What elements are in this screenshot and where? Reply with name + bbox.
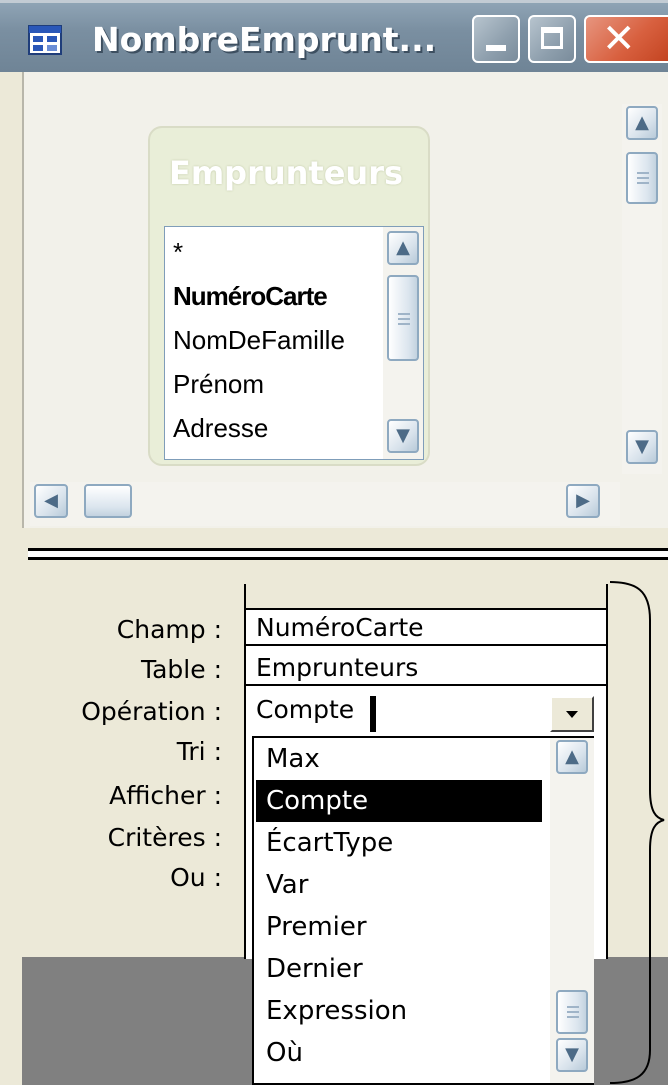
- upper-pane-vscrollbar[interactable]: ▲ ▼: [622, 104, 662, 474]
- row-label-champ: Champ :: [116, 615, 222, 644]
- dropdown-option-ou[interactable]: Où: [256, 1032, 542, 1074]
- row-label-criteres: Critères :: [107, 823, 222, 852]
- scroll-down-button[interactable]: ▼: [556, 1038, 588, 1072]
- query-design-window: NombreEmprunt... ✕ Emprunteurs * NuméroC…: [0, 0, 668, 1085]
- scroll-thumb[interactable]: [556, 990, 588, 1034]
- row-label-operation: Opération :: [81, 697, 222, 726]
- chevron-down-icon: ▼: [635, 436, 649, 457]
- maximize-button[interactable]: [528, 15, 576, 63]
- scroll-up-button[interactable]: ▲: [387, 231, 419, 265]
- minimize-button[interactable]: [472, 15, 520, 63]
- chevron-right-icon: ▶: [576, 490, 590, 511]
- minimize-icon: [486, 45, 506, 51]
- dropdown-option-max[interactable]: Max: [256, 738, 542, 780]
- row-label-afficher: Afficher :: [109, 781, 222, 810]
- table-title: Emprunteurs: [168, 154, 404, 192]
- dropdown-option-expression[interactable]: Expression: [256, 990, 542, 1032]
- chevron-down-icon: ▼: [396, 425, 410, 446]
- close-button[interactable]: ✕: [584, 15, 668, 63]
- chevron-down-icon: ▼: [565, 1044, 579, 1065]
- scroll-thumb[interactable]: [387, 275, 419, 361]
- dropdown-option-var[interactable]: Var: [256, 864, 542, 906]
- close-icon: ✕: [602, 16, 636, 62]
- chevron-up-icon: ▲: [635, 112, 649, 133]
- field-item-prenom[interactable]: Prénom: [173, 363, 264, 405]
- scroll-thumb[interactable]: [84, 484, 132, 518]
- query-icon: [28, 25, 62, 55]
- chevron-left-icon: ◀: [44, 490, 58, 511]
- dropdown-option-dernier[interactable]: Dernier: [256, 948, 542, 990]
- scroll-down-button[interactable]: ▼: [387, 419, 419, 453]
- row-label-table: Table :: [140, 655, 222, 684]
- scroll-left-button[interactable]: ◀: [34, 484, 68, 518]
- operation-dropdown-button[interactable]: [550, 696, 594, 732]
- field-item-adresse[interactable]: Adresse: [173, 407, 268, 449]
- scroll-down-button[interactable]: ▼: [626, 430, 658, 464]
- dropdown-arrow-icon: [566, 711, 578, 718]
- field-item-nomdefamille[interactable]: NomDeFamille: [173, 319, 345, 361]
- scroll-up-button[interactable]: ▲: [556, 740, 588, 774]
- column-selector[interactable]: [246, 584, 606, 610]
- dropdown-option-premier[interactable]: Premier: [256, 906, 542, 948]
- field-item-all[interactable]: *: [173, 231, 183, 273]
- dropdown-scrollbar[interactable]: ▲ ▼: [550, 738, 594, 1083]
- operation-dropdown-list[interactable]: Max Compte ÉcartType Var Premier Dernier…: [252, 736, 594, 1085]
- chevron-up-icon: ▲: [396, 237, 410, 258]
- table-cell[interactable]: Emprunteurs: [246, 650, 606, 686]
- maximize-icon: [541, 27, 563, 49]
- field-cell[interactable]: NuméroCarte: [246, 610, 606, 646]
- field-list-scrollbar[interactable]: ▲ ▼: [383, 227, 423, 459]
- text-caret: [370, 696, 376, 732]
- scroll-thumb[interactable]: [626, 152, 658, 204]
- title-bar[interactable]: NombreEmprunt... ✕: [0, 0, 668, 72]
- pane-splitter[interactable]: [22, 528, 668, 572]
- dropdown-option-compte[interactable]: Compte: [256, 780, 542, 822]
- upper-pane-hscrollbar[interactable]: ◀ ▶: [30, 482, 620, 526]
- row-label-ou: Ou :: [170, 863, 222, 892]
- table-field-list-box[interactable]: Emprunteurs * NuméroCarte NomDeFamille P…: [148, 126, 430, 466]
- window-title: NombreEmprunt...: [92, 20, 437, 59]
- field-list: * NuméroCarte NomDeFamille Prénom Adress…: [164, 226, 424, 460]
- scroll-right-button[interactable]: ▶: [566, 484, 600, 518]
- row-label-tri: Tri :: [176, 737, 222, 766]
- scroll-up-button[interactable]: ▲: [626, 106, 658, 140]
- brace-annotation: [609, 581, 665, 1084]
- chevron-up-icon: ▲: [565, 746, 579, 767]
- field-item-numerocarte[interactable]: NuméroCarte: [173, 275, 328, 317]
- dropdown-option-ecarttype[interactable]: ÉcartType: [256, 822, 542, 864]
